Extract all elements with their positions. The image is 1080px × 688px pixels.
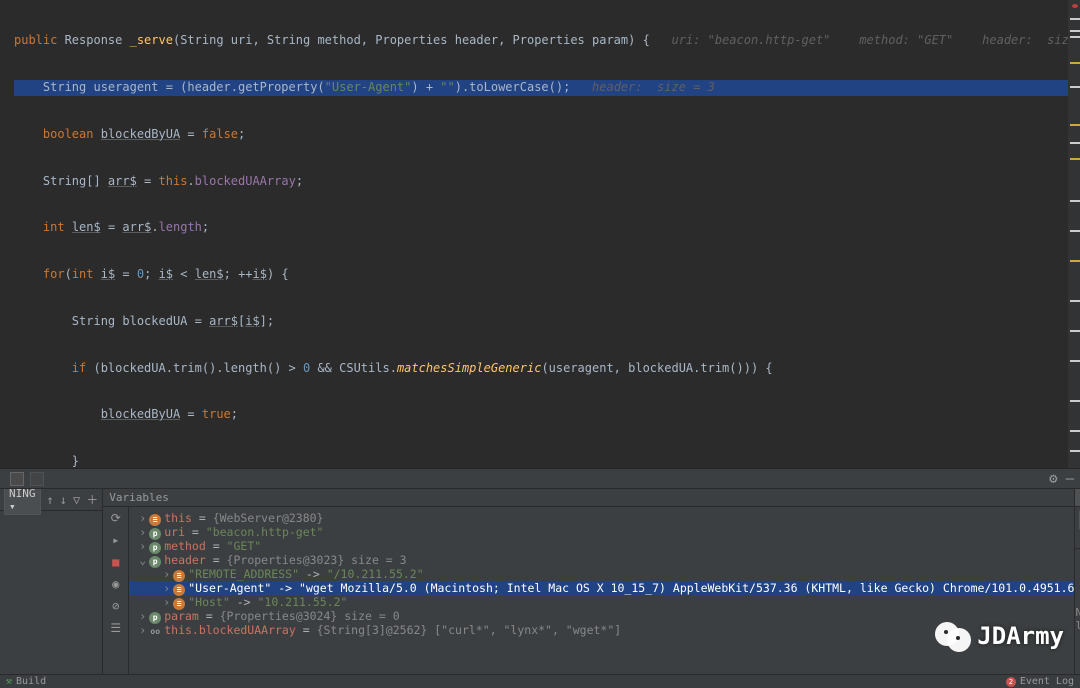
stop-icon[interactable]: ■ xyxy=(108,555,124,569)
minimize-icon[interactable]: — xyxy=(1066,471,1074,487)
thread-icon[interactable]: ☰ xyxy=(108,621,124,635)
variables-header: Variables xyxy=(103,489,1074,507)
code-editor[interactable]: public Response _serve(String uri, Strin… xyxy=(0,0,1080,468)
layout-view-icon[interactable] xyxy=(10,472,24,486)
var-remote-address[interactable]: ›≡"REMOTE_ADDRESS" -> "/10.211.55.2" xyxy=(129,567,1074,581)
debug-panel-header: ⚙ — xyxy=(0,469,1080,489)
col-class[interactable]: Class xyxy=(1075,533,1080,548)
event-count-badge[interactable]: 2 xyxy=(1006,677,1016,687)
var-host[interactable]: ›≡"Host" -> "10.211.55.2" xyxy=(129,595,1074,609)
restart-icon[interactable]: ⟳ xyxy=(108,511,124,525)
layout-view-icon-2[interactable] xyxy=(30,472,44,486)
variables-pane: Variables ⟳ ▸ ■ ◉ ⊘ ☰ ›≡this = {WebServe… xyxy=(103,489,1075,688)
build-label[interactable]: Build xyxy=(16,676,46,687)
event-log-link[interactable]: Event Log xyxy=(1020,676,1074,687)
var-method[interactable]: ›pmethod = "GET" xyxy=(129,539,1074,553)
frames-pane: NING ▾ ↑ ↓ ▽ ＋ xyxy=(0,489,103,688)
var-this[interactable]: ›≡this = {WebServer@2380} xyxy=(129,511,1074,525)
var-uri[interactable]: ›puri = "beacon.http-get" xyxy=(129,525,1074,539)
filter-icon[interactable]: ▽ xyxy=(73,493,80,507)
memory-empty-text: No classes loaded. xyxy=(1075,606,1080,632)
var-param[interactable]: ›pparam = {Properties@3024} size = 0 xyxy=(129,609,1074,623)
memory-columns: Class Count Diff▼ xyxy=(1075,533,1080,549)
var-header[interactable]: ⌄pheader = {Properties@3023} size = 3 xyxy=(129,553,1074,567)
add-icon[interactable]: ＋ xyxy=(86,491,98,508)
view-breakpoints-icon[interactable]: ◉ xyxy=(108,577,124,591)
settings-icon[interactable]: ⚙ xyxy=(1049,471,1057,487)
variables-tree[interactable]: ›≡this = {WebServer@2380} ›puri = "beaco… xyxy=(129,507,1074,688)
build-icon[interactable]: ⚒ xyxy=(6,676,12,687)
memory-pane: Memory Overhead 🔍 Q- ⚙ Class Count Diff▼… xyxy=(1075,489,1080,688)
editor-gutter[interactable] xyxy=(1068,0,1080,468)
next-frame-icon[interactable]: ↓ xyxy=(60,493,67,507)
prev-frame-icon[interactable]: ↑ xyxy=(47,493,54,507)
mute-breakpoints-icon[interactable]: ⊘ xyxy=(108,599,124,613)
debug-panel: ⚙ — NING ▾ ↑ ↓ ▽ ＋ Variables ⟳ ▸ ■ ◉ ⊘ xyxy=(0,468,1080,688)
var-user-agent[interactable]: ›≡"User-Agent" -> "wget Mozilla/5.0 (Mac… xyxy=(129,581,1074,595)
tab-memory[interactable]: Memory xyxy=(1075,489,1080,506)
status-bar: ⚒ Build 2 Event Log xyxy=(0,674,1080,688)
resume-icon[interactable]: ▸ xyxy=(108,533,124,547)
debug-side-toolbar: ⟳ ▸ ■ ◉ ⊘ ☰ xyxy=(103,507,129,688)
var-blockedUAArray[interactable]: ›oothis.blockedUAArray = {String[3]@2562… xyxy=(129,623,1074,637)
